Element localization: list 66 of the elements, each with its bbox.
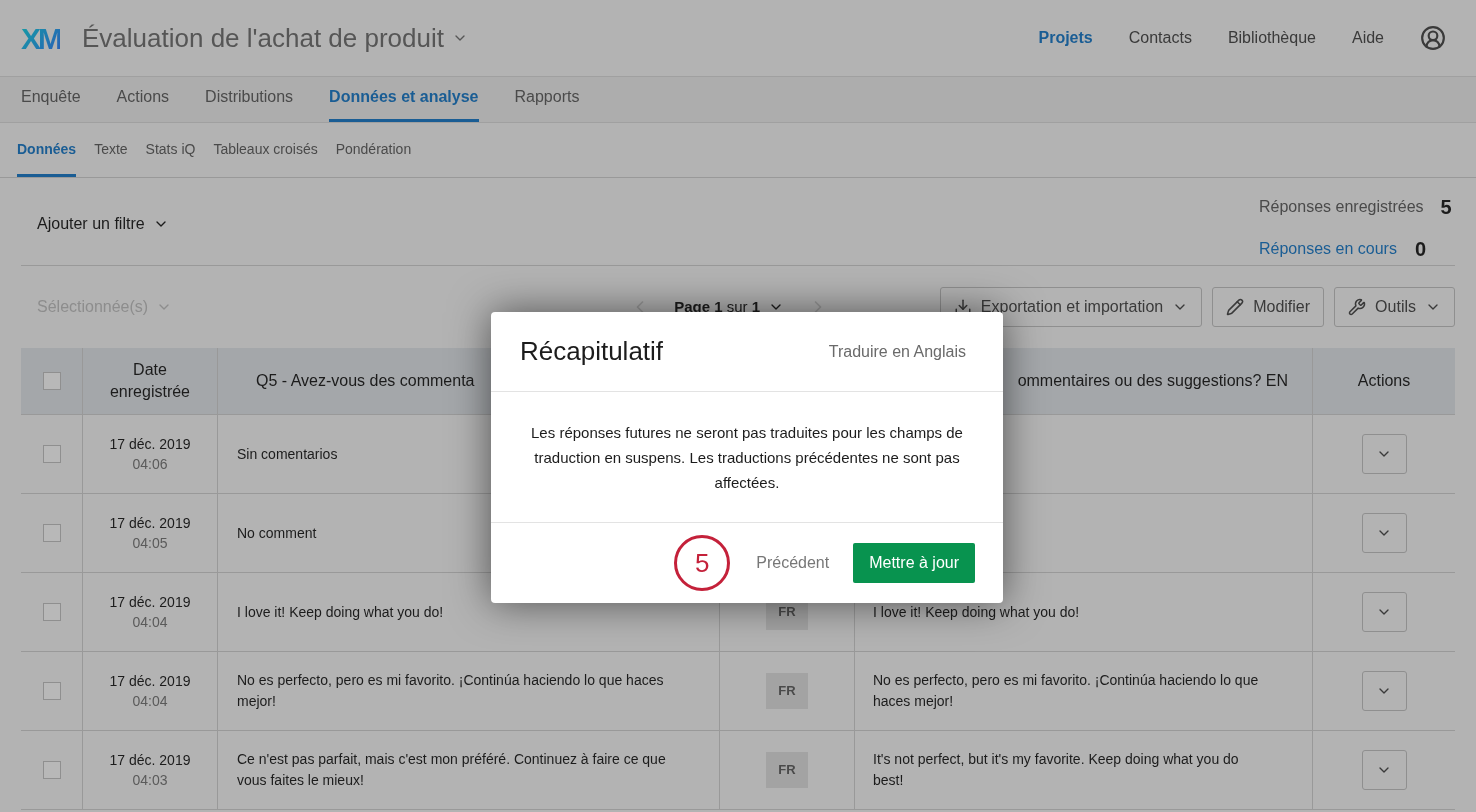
row-checkbox[interactable] bbox=[42, 445, 61, 463]
row-checkbox[interactable] bbox=[42, 761, 61, 779]
previous-button[interactable]: Précédent bbox=[748, 551, 838, 575]
row-actions-button[interactable] bbox=[1361, 671, 1407, 711]
time-text: 04:04 bbox=[132, 692, 168, 711]
dialog-message: Les réponses futures ne seront pas traduites pour les champs de traduction en suspens. Les traductions précédentes ne sont pas affectées. bbox=[531, 422, 963, 493]
project-title-dropdown[interactable]: Évaluation de l'achat de produit bbox=[82, 18, 468, 58]
column-header: Q5 - Avez-vous des commenta bbox=[256, 371, 475, 391]
row-actions-button[interactable] bbox=[1361, 434, 1407, 474]
subtab[interactable]: Texte bbox=[94, 139, 128, 177]
translation-text: No es perfecto, pero es mi favorito. ¡Continúa haciendo lo que haces mejor! bbox=[873, 671, 1260, 711]
tab[interactable]: Rapports bbox=[514, 85, 580, 122]
dialog-step-label: Traduire en Anglais bbox=[828, 341, 966, 362]
row-checkbox[interactable] bbox=[42, 524, 61, 542]
response-text: Ce n'est pas parfait, mais c'est mon préféré. Continuez à faire ce que vous faites le mieux! bbox=[237, 750, 667, 790]
select-all-checkbox[interactable] bbox=[42, 372, 61, 390]
add-filter-dropdown[interactable]: Ajouter un filtre bbox=[37, 212, 169, 236]
time-text: 04:05 bbox=[132, 534, 168, 553]
row-checkbox[interactable] bbox=[42, 603, 61, 621]
response-text: I love it! Keep doing what you do! bbox=[237, 602, 444, 622]
language-tag: FR bbox=[766, 752, 808, 788]
row-actions-button[interactable] bbox=[1361, 592, 1407, 632]
wrench-icon bbox=[1348, 298, 1367, 316]
date-text: 17 déc. 2019 bbox=[109, 672, 191, 691]
time-text: 04:04 bbox=[132, 613, 168, 632]
toolbar-button[interactable]: Modifier bbox=[1212, 287, 1325, 327]
row-checkbox[interactable] bbox=[42, 682, 61, 700]
tab[interactable]: Enquête bbox=[21, 85, 81, 122]
translation-text: I love it! Keep doing what you do! bbox=[873, 602, 1080, 622]
pencil-icon bbox=[1226, 298, 1245, 316]
date-text: 17 déc. 2019 bbox=[109, 435, 191, 454]
column-header: ommentaires ou des suggestions? EN bbox=[1017, 371, 1288, 391]
subtab[interactable]: Données bbox=[17, 139, 77, 177]
time-text: 04:06 bbox=[132, 455, 168, 474]
stat-value: 5 bbox=[1440, 195, 1452, 220]
tab[interactable]: Actions bbox=[116, 85, 170, 122]
response-text: No es perfecto, pero es mi favorito. ¡Continúa haciendo lo que haces mejor! bbox=[237, 671, 665, 711]
nav-link[interactable]: Bibliothèque bbox=[1227, 26, 1316, 50]
stat-value: 0 bbox=[1414, 237, 1426, 262]
stat-label: Réponses enregistrées bbox=[1259, 197, 1424, 217]
column-header: Actions bbox=[1357, 371, 1411, 391]
tab[interactable]: Données et analyse bbox=[329, 85, 479, 122]
dialog-title: Récapitulatif bbox=[520, 335, 664, 368]
language-tag: FR bbox=[766, 673, 808, 709]
update-button[interactable]: Mettre à jour bbox=[853, 543, 975, 583]
column-header: Date enregistrée bbox=[108, 360, 191, 402]
response-text: Sin comentarios bbox=[237, 444, 338, 464]
date-text: 17 déc. 2019 bbox=[109, 593, 191, 612]
nav-link[interactable]: Projets bbox=[1038, 26, 1093, 50]
response-text: No comment bbox=[237, 523, 317, 543]
translation-text: It's not perfect, but it's my favorite. Keep doing what you do best! bbox=[873, 750, 1240, 790]
date-text: 17 déc. 2019 bbox=[109, 514, 191, 533]
date-text: 17 déc. 2019 bbox=[109, 751, 191, 770]
step-callout: 5 bbox=[674, 535, 731, 591]
user-avatar-icon[interactable] bbox=[1420, 25, 1446, 51]
nav-link[interactable]: Contacts bbox=[1128, 26, 1192, 50]
row-actions-button[interactable] bbox=[1361, 750, 1407, 790]
subtab[interactable]: Pondération bbox=[335, 139, 412, 177]
responses-link[interactable]: Réponses en cours bbox=[1259, 237, 1397, 261]
time-text: 04:03 bbox=[132, 771, 168, 790]
toolbar-button[interactable]: Outils bbox=[1334, 287, 1455, 327]
subtab[interactable]: Tableaux croisés bbox=[213, 139, 318, 177]
tab[interactable]: Distributions bbox=[205, 85, 294, 122]
subtab[interactable]: Stats iQ bbox=[145, 139, 196, 177]
row-actions-button[interactable] bbox=[1361, 513, 1407, 553]
nav-link[interactable]: Aide bbox=[1351, 26, 1384, 50]
